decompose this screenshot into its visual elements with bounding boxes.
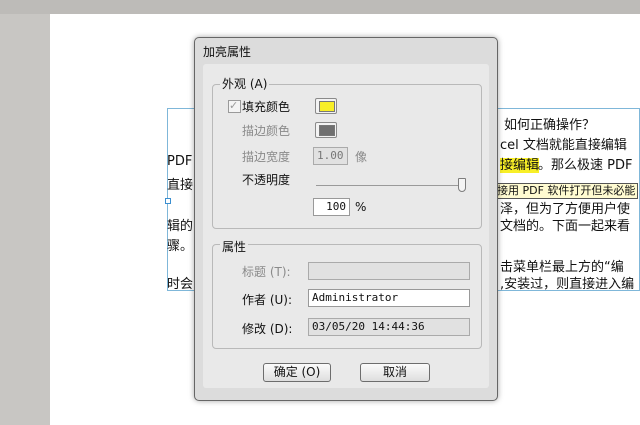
top-toolbar [0, 0, 640, 14]
fill-color-label: 填充颜色 [242, 100, 291, 114]
opacity-slider-handle[interactable] [458, 178, 466, 192]
appearance-legend: 外观 (A) [220, 75, 270, 92]
stroke-color-label: 描边颜色 [242, 124, 291, 138]
doc-line: 辑的 [167, 219, 194, 234]
fill-color-swatch [319, 101, 335, 112]
fill-color-checkbox[interactable]: ✓ [228, 99, 241, 113]
opacity-input[interactable]: 100 [313, 198, 350, 216]
selection-handle[interactable] [165, 198, 171, 204]
opacity-label: 不透明度 [242, 173, 291, 187]
doc-line: PDF [167, 154, 193, 169]
ok-button[interactable]: 确定 (O) [263, 363, 331, 382]
doc-line-highlighted: 接编辑 [500, 154, 540, 173]
doc-line: 。那么极速 PDF [538, 158, 633, 173]
cancel-button[interactable]: 取消 [360, 363, 430, 382]
doc-line: 文档的。下面一起来看 [500, 219, 631, 234]
author-input[interactable]: Administrator [308, 289, 470, 307]
dialog-title: 加亮属性 [203, 45, 252, 59]
properties-legend: 属性 [220, 238, 249, 255]
title-input[interactable] [308, 262, 470, 280]
fill-color-picker[interactable] [315, 98, 337, 114]
doc-line: ,安装过，则直接进入编 [500, 277, 635, 292]
stroke-width-label: 描边宽度 [242, 150, 291, 164]
stroke-color-swatch [319, 125, 335, 136]
annotation-tooltip: 接用 PDF 软件打开但未必能 [494, 183, 639, 199]
doc-line: 如何正确操作？ [504, 118, 596, 133]
modified-label: 修改 (D): [242, 322, 293, 336]
checkmark-icon: ✓ [229, 99, 239, 112]
doc-line: 直接 [167, 178, 194, 193]
opacity-slider-track[interactable] [316, 185, 464, 186]
highlight-annotation[interactable]: 接编辑 [500, 158, 540, 173]
doc-line: 骤。 [167, 239, 194, 254]
title-label: 标题 (T): [242, 265, 291, 279]
doc-line: cel 文档就能直接编辑 [500, 138, 627, 153]
opacity-unit: % [355, 200, 367, 214]
stroke-width-input[interactable]: 1.00 [313, 147, 348, 165]
stroke-color-picker[interactable] [315, 122, 337, 138]
author-label: 作者 (U): [242, 293, 293, 307]
modified-date-field: 03/05/20 14:44:36 [308, 318, 470, 336]
stroke-width-unit: 像 [355, 150, 368, 164]
doc-line: 时会 [167, 277, 194, 292]
